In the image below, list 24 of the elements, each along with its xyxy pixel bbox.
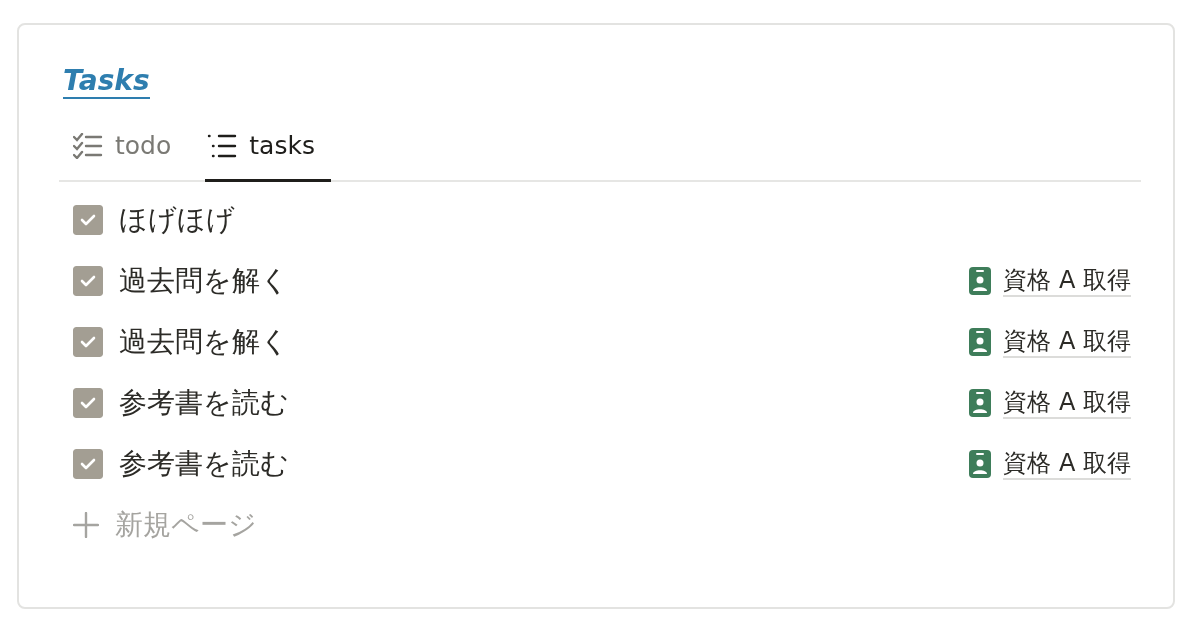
relation-link[interactable]: 資格 A 取得 xyxy=(1003,387,1131,419)
checkbox[interactable] xyxy=(73,388,103,419)
task-title[interactable]: 過去問を解く xyxy=(119,260,289,303)
badge-icon xyxy=(969,450,992,479)
checkbox[interactable] xyxy=(73,266,103,297)
badge-icon xyxy=(969,389,992,418)
checkbox[interactable] xyxy=(73,205,103,236)
task-title[interactable]: 参考書を読む xyxy=(119,443,289,486)
database-title[interactable]: Tasks xyxy=(63,65,150,100)
relation-link[interactable]: 資格 A 取得 xyxy=(1003,265,1131,297)
list-icon xyxy=(207,133,238,158)
relation-link[interactable]: 資格 A 取得 xyxy=(1003,326,1131,358)
plus-icon xyxy=(73,512,99,539)
checkbox[interactable] xyxy=(73,327,103,358)
relation-link[interactable]: 資格 A 取得 xyxy=(1003,448,1131,480)
view-tab[interactable]: tasks xyxy=(205,121,331,182)
checkbox[interactable] xyxy=(73,449,103,480)
badge-icon xyxy=(969,328,992,357)
task-title[interactable]: 参考書を読む xyxy=(119,382,289,425)
view-tab[interactable]: todo xyxy=(71,121,188,182)
badge-icon xyxy=(969,267,992,296)
task-title[interactable]: ほげほげ xyxy=(119,199,235,242)
task-title[interactable]: 過去問を解く xyxy=(119,321,289,364)
checklist-icon xyxy=(73,132,103,159)
